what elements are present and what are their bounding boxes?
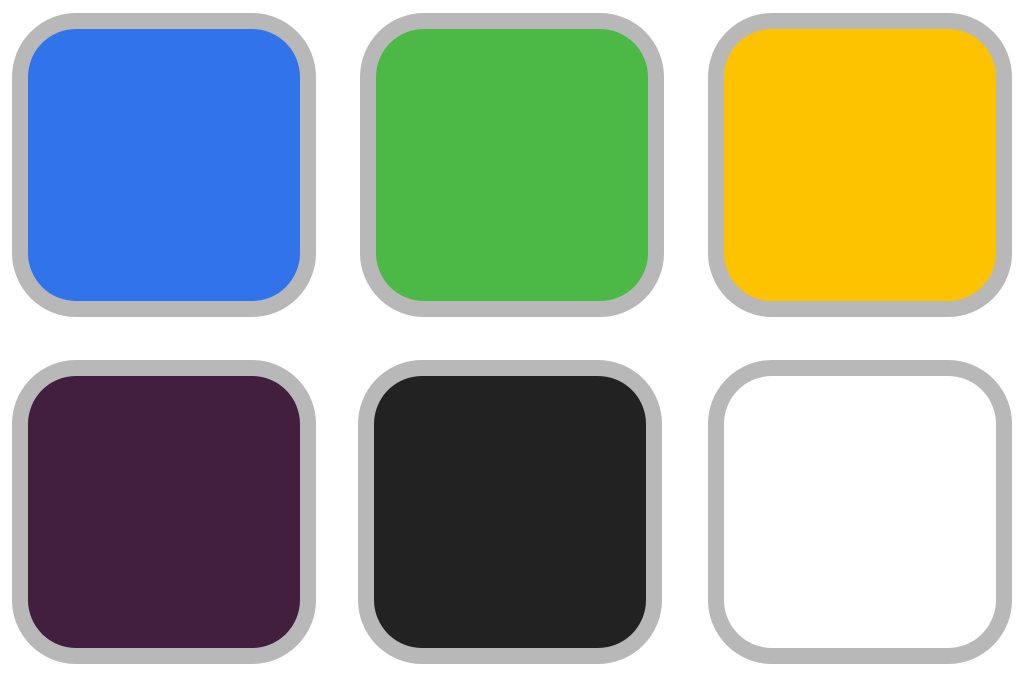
color-swatch-yellow[interactable]	[708, 13, 1012, 317]
color-swatch-dark-purple[interactable]	[12, 360, 316, 664]
color-swatch-black[interactable]	[358, 360, 662, 664]
color-swatch-grid	[0, 0, 1024, 677]
color-swatch-green[interactable]	[360, 13, 664, 317]
color-swatch-blue[interactable]	[12, 13, 316, 317]
color-swatch-white[interactable]	[708, 360, 1012, 664]
